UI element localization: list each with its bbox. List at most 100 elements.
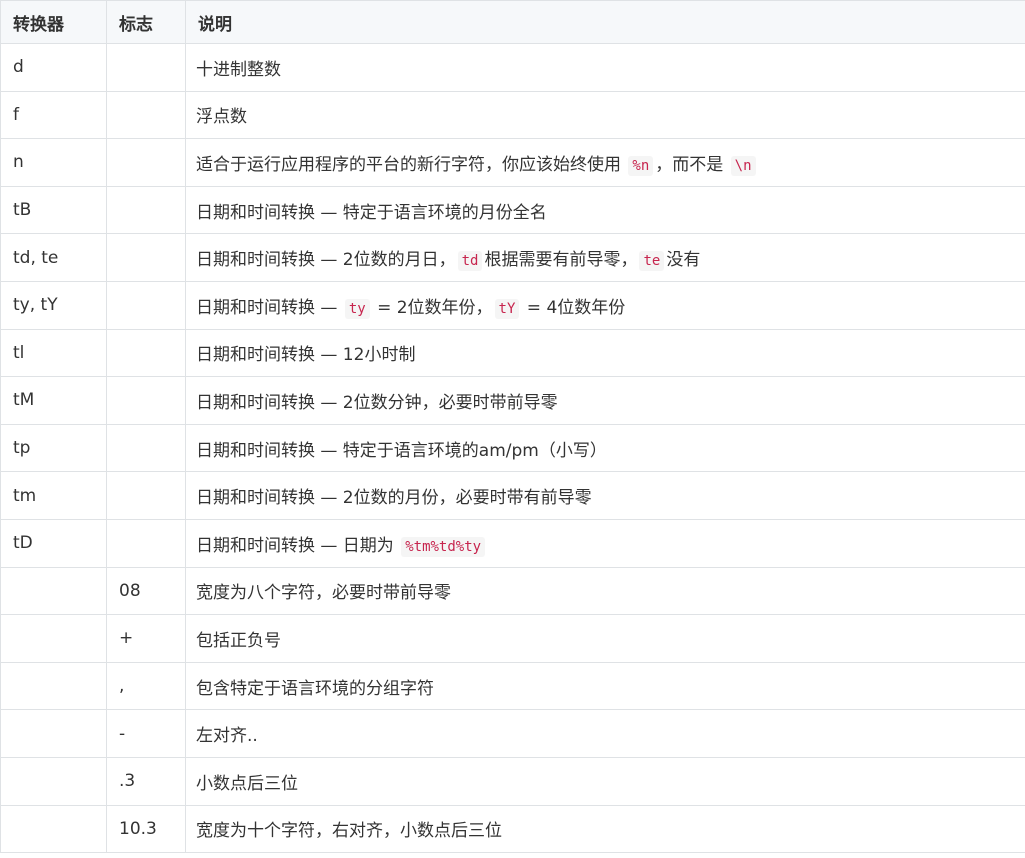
cell-description: 宽度为十个字符，右对齐，小数点后三位 [185, 804, 1025, 854]
header-description: 说明 [185, 0, 1025, 44]
cell-converter: d [0, 43, 107, 92]
description-text: 左对齐.. [196, 726, 258, 747]
description-text: 日期和时间转换 — 2位数的月日， [196, 250, 456, 271]
table-row: tm 日期和时间转换 — 2位数的月份，必要时带有前导零 [0, 471, 1025, 520]
cell-converter: tD [0, 518, 107, 568]
table-header-row: 转换器 标志 说明 [0, 0, 1025, 44]
description-text: = 4位数年份 [521, 297, 626, 318]
description-text: 适合于运行应用程序的平台的新行字符，你应该始终使用 [196, 154, 627, 175]
description-text: 十进制整数 [196, 59, 281, 80]
table-row: 10.3 宽度为十个字符，右对齐，小数点后三位 [0, 804, 1025, 854]
cell-flag [106, 90, 186, 140]
description-text: 包括正负号 [196, 630, 281, 651]
cell-converter: ty, tY [0, 280, 107, 330]
cell-converter: tp [0, 423, 107, 473]
table-row: tB 日期和时间转换 — 特定于语言环境的月份全名 [0, 185, 1025, 235]
cell-converter: tB [0, 185, 107, 235]
cell-description: 日期和时间转换 — 特定于语言环境的月份全名 [185, 185, 1025, 235]
description-text: 包含特定于语言环境的分组字符 [196, 678, 434, 699]
description-text: 日期和时间转换 — 特定于语言环境的月份全名 [196, 202, 547, 223]
header-flag: 标志 [106, 0, 186, 44]
cell-flag: 08 [106, 566, 186, 616]
cell-flag [106, 280, 186, 330]
inline-code: td [457, 251, 483, 272]
cell-description: 日期和时间转换 — ty = 2位数年份， tY = 4位数年份 [185, 280, 1025, 330]
cell-description: 十进制整数 [185, 43, 1025, 92]
cell-description: 包含特定于语言环境的分组字符 [185, 661, 1025, 711]
description-text: 日期和时间转换 — [196, 297, 343, 318]
description-text: 日期和时间转换 — 特定于语言环境的am/pm（小写） [196, 440, 607, 461]
cell-flag [106, 185, 186, 235]
table-body: d 十进制整数 f 浮点数 n 适合于运行应用程序的平台的新行字符，你应该始终使用 %n，… [0, 43, 1025, 854]
cell-converter: tl [0, 328, 107, 378]
table-row: td, te 日期和时间转换 — 2位数的月日， td 根据需要有前导零， te 没有 [0, 233, 1025, 282]
description-text: ，而不是 [655, 154, 729, 175]
cell-flag [106, 233, 186, 282]
cell-description: 左对齐.. [185, 709, 1025, 758]
table-row: , 包含特定于语言环境的分组字符 [0, 661, 1025, 711]
table-row: + 包括正负号 [0, 614, 1025, 663]
cell-description: 日期和时间转换 — 2位数的月日， td 根据需要有前导零， te 没有 [185, 233, 1025, 282]
cell-flag: .3 [106, 756, 186, 806]
cell-converter [0, 661, 107, 711]
description-text: 日期和时间转换 — 2位数的月份，必要时带有前导零 [196, 488, 592, 509]
cell-flag [106, 423, 186, 473]
cell-description: 日期和时间转换 — 日期为 %tm%td%ty [185, 518, 1025, 568]
description-text: = 2位数年份， [371, 297, 493, 318]
cell-converter: tm [0, 471, 107, 520]
cell-converter: n [0, 138, 107, 187]
description-text: 日期和时间转换 — 12小时制 [196, 345, 416, 366]
cell-flag [106, 328, 186, 378]
table-row: ty, tY 日期和时间转换 — ty = 2位数年份， tY = 4位数年份 [0, 280, 1025, 330]
cell-flag [106, 471, 186, 520]
inline-code: \n [730, 155, 756, 176]
table-row: tl 日期和时间转换 — 12小时制 [0, 328, 1025, 378]
cell-description: 日期和时间转换 — 2位数分钟，必要时带前导零 [185, 376, 1025, 425]
inline-code: te [639, 251, 665, 272]
cell-flag: , [106, 661, 186, 711]
cell-description: 日期和时间转换 — 2位数的月份，必要时带有前导零 [185, 471, 1025, 520]
table-row: tp 日期和时间转换 — 特定于语言环境的am/pm（小写） [0, 423, 1025, 473]
table-row: .3 小数点后三位 [0, 756, 1025, 806]
cell-flag [106, 518, 186, 568]
description-text: 浮点数 [196, 107, 247, 128]
cell-converter [0, 614, 107, 663]
cell-converter [0, 804, 107, 854]
cell-converter [0, 709, 107, 758]
description-text: 小数点后三位 [196, 773, 298, 794]
cell-description: 宽度为八个字符，必要时带前导零 [185, 566, 1025, 616]
table-row: tM 日期和时间转换 — 2位数分钟，必要时带前导零 [0, 376, 1025, 425]
inline-code: %tm%td%ty [401, 536, 486, 557]
cell-description: 小数点后三位 [185, 756, 1025, 806]
cell-flag [106, 376, 186, 425]
cell-converter: td, te [0, 233, 107, 282]
description-text: 没有 [666, 250, 701, 271]
inline-code: tY [494, 298, 520, 319]
cell-flag: 10.3 [106, 804, 186, 854]
description-text: 宽度为十个字符，右对齐，小数点后三位 [196, 821, 502, 842]
cell-description: 日期和时间转换 — 特定于语言环境的am/pm（小写） [185, 423, 1025, 473]
inline-code: ty [344, 298, 370, 319]
table-row: tD 日期和时间转换 — 日期为 %tm%td%ty [0, 518, 1025, 568]
description-text: 根据需要有前导零， [484, 250, 638, 271]
cell-description: 适合于运行应用程序的平台的新行字符，你应该始终使用 %n ，而不是 \n [185, 138, 1025, 187]
table-row: n 适合于运行应用程序的平台的新行字符，你应该始终使用 %n ，而不是 \n [0, 138, 1025, 187]
format-specifier-table: 转换器 标志 说明 d 十进制整数 f 浮点数 n 适合于运行应用程序的平台的新行字符，你… [0, 0, 1025, 854]
cell-flag: + [106, 614, 186, 663]
description-text: 宽度为八个字符，必要时带前导零 [196, 583, 451, 604]
table-row: - 左对齐.. [0, 709, 1025, 758]
cell-flag: - [106, 709, 186, 758]
table-row: d 十进制整数 [0, 43, 1025, 92]
table-row: f 浮点数 [0, 90, 1025, 140]
cell-description: 包括正负号 [185, 614, 1025, 663]
cell-converter [0, 566, 107, 616]
cell-converter: f [0, 90, 107, 140]
description-text: 日期和时间转换 — 2位数分钟，必要时带前导零 [196, 392, 558, 413]
cell-converter [0, 756, 107, 806]
cell-flag [106, 138, 186, 187]
description-text: 日期和时间转换 — 日期为 [196, 535, 400, 556]
cell-converter: tM [0, 376, 107, 425]
cell-flag [106, 43, 186, 92]
header-converter: 转换器 [0, 0, 107, 44]
cell-description: 日期和时间转换 — 12小时制 [185, 328, 1025, 378]
